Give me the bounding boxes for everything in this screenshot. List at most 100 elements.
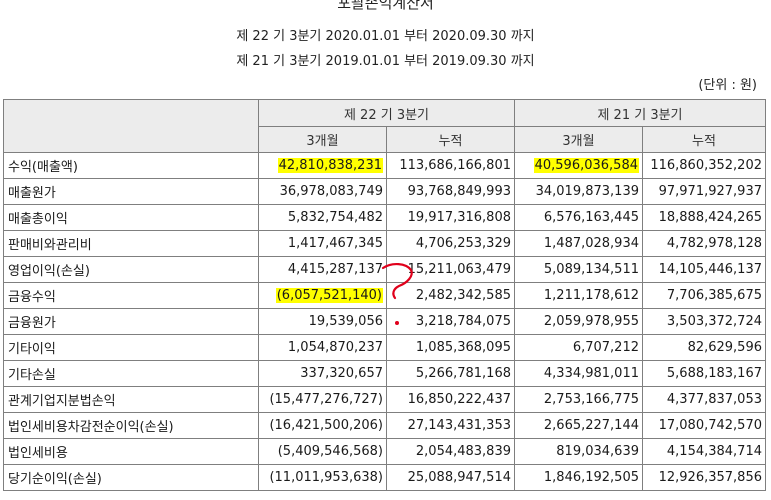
header-prior-cumulative: 누적	[642, 126, 766, 153]
value: 5,688,183,167	[666, 366, 762, 381]
value: 3,503,372,724	[666, 314, 762, 329]
value: 15,211,063,479	[407, 262, 511, 277]
value: (5,409,546,568)	[277, 444, 383, 459]
value: 2,753,166,775	[543, 392, 639, 407]
value: 19,917,316,808	[407, 210, 511, 225]
value: 4,706,253,329	[415, 236, 511, 251]
value: 27,143,431,353	[407, 418, 511, 433]
value: 1,211,178,612	[543, 288, 639, 303]
value: 116,860,352,202	[650, 158, 762, 173]
cell-current-three-month: 42,810,838,231	[258, 152, 387, 179]
value: 2,665,227,144	[543, 418, 639, 433]
cell-prior-three-month: 1,211,178,612	[514, 282, 643, 309]
cell-prior-cumulative: 12,926,357,856	[642, 464, 766, 491]
value: 1,417,467,345	[287, 236, 383, 251]
header-current-period: 제 22 기 3분기	[258, 99, 515, 127]
value: 1,054,870,237	[287, 340, 383, 355]
value: 4,415,287,137	[287, 262, 383, 277]
cell-prior-cumulative: 5,688,183,167	[642, 360, 766, 387]
cell-current-three-month: (5,409,546,568)	[258, 438, 387, 465]
row-label: 수익(매출액)	[3, 152, 259, 179]
header-prior-three-month: 3개월	[514, 126, 643, 153]
table-body: 수익(매출액) 42,810,838,231 113,686,166,801 40,5…	[3, 152, 766, 491]
cell-current-three-month: 36,978,083,749	[258, 178, 387, 205]
value: 4,334,981,011	[543, 366, 639, 381]
cell-prior-cumulative: 4,782,978,128	[642, 230, 766, 257]
cell-prior-cumulative: 97,971,927,937	[642, 178, 766, 205]
cell-current-cumulative: 16,850,222,437	[386, 386, 515, 413]
cell-current-cumulative: 19,917,316,808	[386, 204, 515, 231]
cell-current-cumulative: 93,768,849,993	[386, 178, 515, 205]
value: 36,978,083,749	[279, 184, 383, 199]
cell-prior-cumulative: 116,860,352,202	[642, 152, 766, 179]
cell-current-cumulative: 4,706,253,329	[386, 230, 515, 257]
header-current-cumulative: 누적	[386, 126, 515, 153]
cell-prior-three-month: 2,059,978,955	[514, 308, 643, 335]
row-label: 판매비와관리비	[3, 230, 259, 257]
table-row: 법인세비용차감전순이익(손실) (16,421,500,206) 27,143,43…	[3, 412, 766, 439]
cell-current-three-month: 337,320,657	[258, 360, 387, 387]
row-label: 관계기업지분법손익	[3, 386, 259, 413]
value: 93,768,849,993	[407, 184, 511, 199]
cell-current-three-month: (6,057,521,140)	[258, 282, 387, 309]
unit-label: (단위 : 원)	[698, 78, 757, 93]
value: 4,377,837,053	[666, 392, 762, 407]
cell-current-cumulative: 113,686,166,801	[386, 152, 515, 179]
value: 3,218,784,075	[415, 314, 511, 329]
row-label: 금융원가	[3, 308, 259, 335]
header-blank-cell	[3, 99, 259, 153]
cell-current-cumulative: 25,088,947,514	[386, 464, 515, 491]
row-label: 매출총이익	[3, 204, 259, 231]
table-row: 판매비와관리비 1,417,467,345 4,706,253,329 1,487,0…	[3, 230, 766, 257]
table-row: 당기순이익(손실) (11,011,953,638) 25,088,947,514 1…	[3, 464, 766, 491]
header-current-three-month: 3개월	[258, 126, 387, 153]
cell-prior-three-month: 6,576,163,445	[514, 204, 643, 231]
highlighted-value: 42,810,838,231	[277, 158, 383, 173]
cell-prior-three-month: 40,596,036,584	[514, 152, 643, 179]
value: (15,477,276,727)	[269, 392, 383, 407]
value: 1,487,028,934	[543, 236, 639, 251]
cell-prior-cumulative: 7,706,385,675	[642, 282, 766, 309]
cell-prior-three-month: 819,034,639	[514, 438, 643, 465]
value: 6,707,212	[572, 340, 639, 355]
value: 17,080,742,570	[658, 418, 762, 433]
cell-current-three-month: 5,832,754,482	[258, 204, 387, 231]
table-row: 금융원가 19,539,056 3,218,784,075 2,059,978,955…	[3, 308, 766, 335]
table-row: 영업이익(손실) 4,415,287,137 15,211,063,479 5,089…	[3, 256, 766, 283]
table-row: 기타손실 337,320,657 5,266,781,168 4,334,981,01…	[3, 360, 766, 387]
cell-current-cumulative: 5,266,781,168	[386, 360, 515, 387]
cell-current-cumulative: 15,211,063,479	[386, 256, 515, 283]
value: 2,059,978,955	[543, 314, 639, 329]
value: 18,888,424,265	[658, 210, 762, 225]
value: 25,088,947,514	[407, 470, 511, 485]
value: 82,629,596	[687, 340, 762, 355]
cell-prior-cumulative: 4,154,384,714	[642, 438, 766, 465]
statement-title: 포괄손익계산서	[337, 0, 434, 12]
value: 1,085,368,095	[415, 340, 511, 355]
cell-prior-cumulative: 3,503,372,724	[642, 308, 766, 335]
cell-current-three-month: 19,539,056	[258, 308, 387, 335]
value: 34,019,873,139	[535, 184, 639, 199]
value: 12,926,357,856	[658, 470, 762, 485]
cell-prior-three-month: 2,665,227,144	[514, 412, 643, 439]
value: 4,782,978,128	[666, 236, 762, 251]
cell-prior-cumulative: 17,080,742,570	[642, 412, 766, 439]
row-label: 법인세비용차감전순이익(손실)	[3, 412, 259, 439]
row-label: 금융수익	[3, 282, 259, 309]
row-label: 매출원가	[3, 178, 259, 205]
cell-prior-three-month: 5,089,134,511	[514, 256, 643, 283]
cell-prior-three-month: 1,846,192,505	[514, 464, 643, 491]
value: 5,266,781,168	[415, 366, 511, 381]
cell-current-cumulative: 1,085,368,095	[386, 334, 515, 361]
table-row: 관계기업지분법손익 (15,477,276,727) 16,850,222,437 2…	[3, 386, 766, 413]
value: 1,846,192,505	[543, 470, 639, 485]
value: 5,089,134,511	[543, 262, 639, 277]
cell-current-three-month: (16,421,500,206)	[258, 412, 387, 439]
income-statement-table: 제 22 기 3분기 제 21 기 3분기 3개월 누적 3개월 누적 수익(매…	[3, 99, 766, 491]
table-row: 기타이익 1,054,870,237 1,085,368,095 6,707,212 8…	[3, 334, 766, 361]
cell-current-cumulative: 2,054,483,839	[386, 438, 515, 465]
value: 7,706,385,675	[666, 288, 762, 303]
value: 4,154,384,714	[666, 444, 762, 459]
table-row: 법인세비용 (5,409,546,568) 2,054,483,839 819,034…	[3, 438, 766, 465]
value: 2,482,342,585	[415, 288, 511, 303]
